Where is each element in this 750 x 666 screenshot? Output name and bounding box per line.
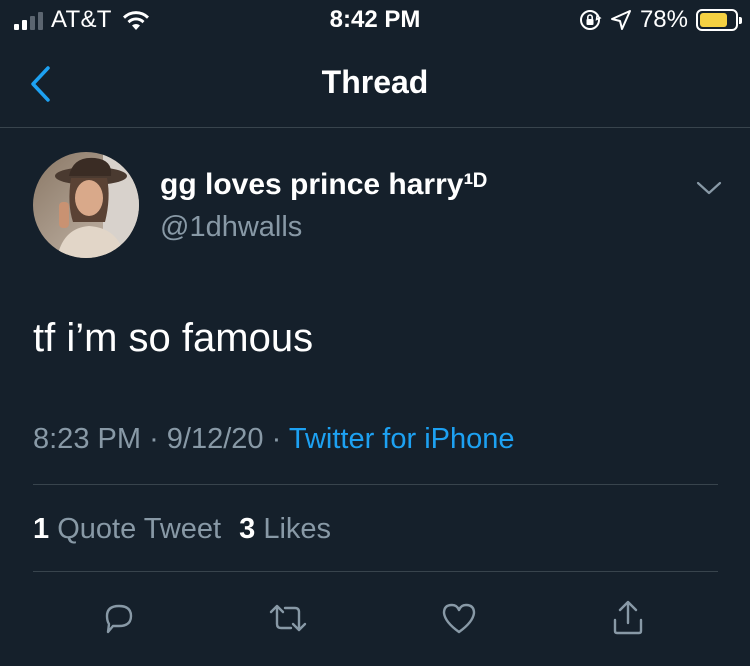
status-bar-right: 78% — [578, 6, 742, 34]
profile-photo — [33, 152, 139, 258]
like-button[interactable] — [437, 596, 481, 640]
divider — [33, 571, 718, 572]
meta-separator: · — [149, 423, 159, 455]
status-bar: AT&T 8:42 PM 78% — [0, 0, 750, 40]
status-bar-left: AT&T — [14, 6, 150, 34]
chevron-down-icon — [696, 181, 722, 195]
tweet-meta: 8:23 PM · 9/12/20 · Twitter for iPhone — [33, 423, 515, 456]
author-handle[interactable]: @1dhwalls — [160, 211, 302, 244]
reply-icon — [105, 604, 133, 634]
page-title: Thread — [321, 64, 429, 100]
back-button[interactable] — [22, 64, 58, 104]
tweet-source-link[interactable]: Twitter for iPhone — [289, 423, 515, 455]
share-button[interactable] — [606, 596, 650, 640]
tweet-actions — [0, 596, 750, 640]
tweet-date: 9/12/20 — [166, 423, 264, 455]
chevron-left-icon — [31, 66, 50, 102]
retweet-button[interactable] — [266, 596, 310, 640]
quote-tweets-stat[interactable]: 1 Quote Tweet — [33, 513, 221, 545]
battery-icon — [696, 9, 742, 31]
retweet-icon — [269, 604, 307, 632]
author-name[interactable]: gg loves prince harry¹ᴰ — [160, 168, 487, 202]
like-count: 3 — [239, 513, 256, 545]
quote-label: Quote Tweet — [57, 513, 222, 545]
divider — [33, 484, 718, 485]
carrier-name: AT&T — [51, 6, 112, 33]
location-arrow-icon — [610, 10, 631, 30]
tweet-time: 8:23 PM — [33, 423, 141, 455]
likes-stat[interactable]: 3 Likes — [239, 513, 331, 545]
tweet-text: tf i’m so famous — [33, 316, 314, 360]
meta-separator: · — [271, 423, 282, 455]
quote-count: 1 — [33, 513, 50, 545]
wifi-icon — [122, 11, 149, 30]
like-icon — [442, 603, 476, 634]
reply-button[interactable] — [97, 596, 141, 640]
avatar[interactable] — [33, 152, 139, 258]
signal-strength-icon — [14, 10, 43, 30]
share-icon — [613, 600, 643, 635]
nav-bar: Thread — [0, 40, 750, 128]
battery-level — [700, 13, 727, 27]
tweet-stats: 1 Quote Tweet 3 Likes — [33, 513, 331, 546]
likes-label: Likes — [263, 513, 332, 545]
battery-percent: 78% — [639, 6, 688, 33]
rotation-lock-icon — [579, 10, 602, 30]
tweet-menu-button[interactable] — [694, 176, 724, 200]
